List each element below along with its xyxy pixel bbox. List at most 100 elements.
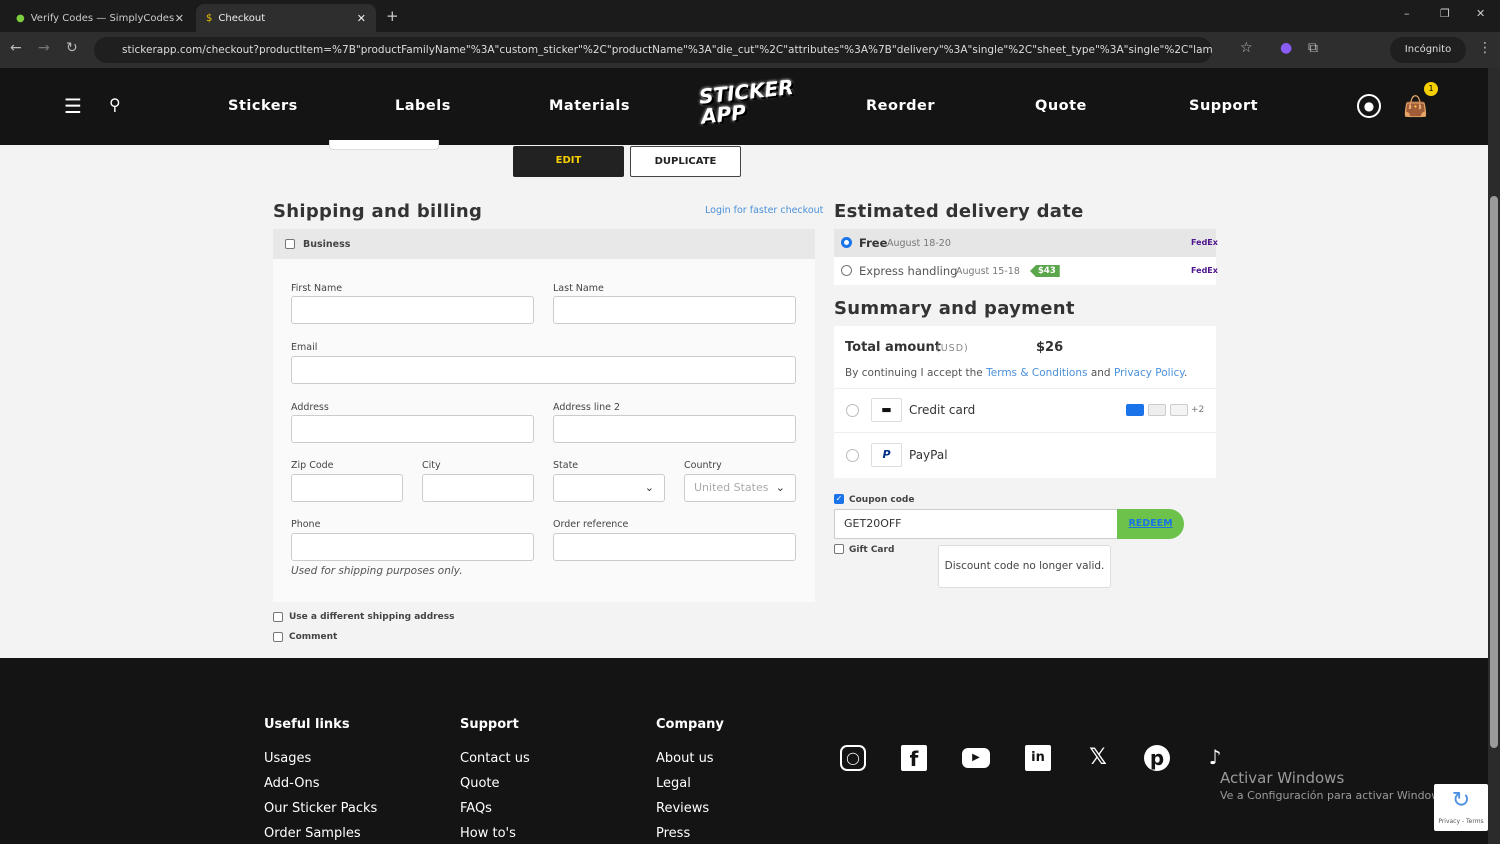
discover-icon (1170, 404, 1188, 416)
url-input[interactable]: stickerapp.com/checkout?productItem=%7B"… (94, 37, 1212, 63)
scrollbar-thumb[interactable] (1490, 196, 1498, 748)
tab-verify-codes[interactable]: ● Verify Codes — SimplyCodes ✕ (6, 4, 194, 32)
address2-field[interactable] (553, 415, 796, 443)
nav-labels[interactable]: Labels (395, 98, 451, 114)
first-name-field[interactable] (291, 296, 534, 324)
incognito-badge[interactable]: Incógnito (1390, 37, 1466, 63)
credit-card-label: Credit card (909, 403, 976, 417)
divider (834, 432, 1216, 433)
footer-link[interactable]: Order Samples (264, 826, 361, 841)
comment-checkbox[interactable] (273, 632, 283, 642)
coupon-checkbox[interactable]: ✓ (834, 494, 844, 504)
coupon-error-tooltip: Discount code no longer valid. (938, 545, 1111, 588)
footer-link[interactable]: How to's (460, 826, 516, 841)
footer-link[interactable]: Legal (656, 776, 691, 791)
recaptcha-links[interactable]: Privacy - Terms (1434, 818, 1488, 825)
country-select[interactable]: United States ⌄ (684, 474, 796, 502)
email-label: Email (291, 342, 318, 353)
order-ref-field[interactable] (553, 533, 796, 561)
edit-button[interactable]: EDIT (513, 146, 624, 177)
footer-link[interactable]: Contact us (460, 751, 530, 766)
paypal-icon: P (871, 443, 902, 467)
state-label: State (553, 460, 579, 471)
tiktok-icon[interactable]: ♪ (1202, 745, 1228, 771)
zip-field[interactable] (291, 474, 403, 502)
instagram-icon[interactable]: ◯ (840, 745, 866, 771)
maximize-button[interactable]: ❐ (1440, 7, 1450, 20)
email-field[interactable] (291, 356, 796, 384)
nav-reorder[interactable]: Reorder (866, 98, 935, 114)
footer-link[interactable]: About us (656, 751, 714, 766)
terms-prefix: By continuing I accept the (845, 367, 983, 379)
cart-icon[interactable]: 👜 (1403, 94, 1428, 118)
express-price-badge: $43 (1030, 265, 1060, 277)
recaptcha-badge[interactable]: ↻ Privacy - Terms (1434, 784, 1488, 831)
privacy-link[interactable]: Privacy Policy (1114, 367, 1184, 379)
delivery-title: Estimated delivery date (834, 201, 1084, 222)
linkedin-icon[interactable]: in (1025, 745, 1051, 771)
credit-card-radio[interactable] (846, 404, 859, 417)
last-name-field[interactable] (553, 296, 796, 324)
currency-label: (USD) (936, 343, 969, 354)
new-tab-button[interactable]: + (386, 7, 399, 25)
redeem-button[interactable]: REDEEM (1117, 509, 1184, 539)
address2-label: Address line 2 (553, 402, 621, 413)
menu-kebab-icon[interactable]: ⋮ (1478, 40, 1492, 56)
simplycodes-icon: ● (16, 12, 25, 24)
minimize-button[interactable]: – (1404, 7, 1410, 20)
close-window-button[interactable]: ✕ (1476, 7, 1485, 20)
footer-link[interactable]: FAQs (460, 801, 492, 816)
reload-icon[interactable]: ↻ (66, 40, 78, 56)
last-name-label: Last Name (553, 283, 604, 294)
extensions-puzzle-icon[interactable]: ⧉ (1308, 40, 1318, 56)
different-address-checkbox[interactable] (273, 612, 283, 622)
express-radio[interactable] (841, 265, 852, 276)
forward-icon[interactable]: → (38, 40, 50, 56)
nav-materials[interactable]: Materials (549, 98, 630, 114)
footer-link[interactable]: Quote (460, 776, 500, 791)
phone-hint: Used for shipping purposes only. (291, 565, 463, 577)
extension-icon[interactable]: ● (1280, 40, 1292, 56)
terms-link[interactable]: Terms & Conditions (986, 367, 1087, 379)
bookmark-star-icon[interactable]: ☆ (1240, 40, 1253, 56)
city-field[interactable] (422, 474, 534, 502)
gift-card-checkbox[interactable] (834, 544, 844, 554)
address-field[interactable] (291, 415, 534, 443)
recaptcha-icon: ↻ (1451, 788, 1471, 813)
search-icon[interactable]: ⚲ (109, 95, 121, 114)
account-icon[interactable]: ● (1357, 94, 1381, 118)
chevron-down-icon: ⌄ (644, 481, 654, 494)
close-tab-icon[interactable]: ✕ (175, 12, 184, 25)
login-link[interactable]: Login for faster checkout (705, 205, 823, 216)
phone-field[interactable] (291, 533, 534, 561)
paypal-radio[interactable] (846, 449, 859, 462)
tab-checkout[interactable]: $ Checkout ✕ (196, 4, 376, 32)
coupon-input[interactable]: GET20OFF (834, 509, 1118, 539)
hamburger-menu-icon[interactable]: ☰ (64, 94, 82, 118)
business-label: Business (303, 239, 351, 250)
total-amount: $26 (1036, 340, 1064, 355)
free-radio[interactable] (841, 237, 852, 248)
pinterest-icon[interactable]: p (1144, 745, 1170, 771)
footer-link[interactable]: Usages (264, 751, 311, 766)
footer-link[interactable]: Reviews (656, 801, 709, 816)
footer-link[interactable]: Press (656, 826, 690, 841)
nav-support[interactable]: Support (1189, 98, 1258, 114)
nav-quote[interactable]: Quote (1035, 98, 1087, 114)
back-icon[interactable]: ← (10, 40, 22, 56)
address-label: Address (291, 402, 329, 413)
duplicate-button[interactable]: DUPLICATE (630, 146, 741, 177)
youtube-icon[interactable]: ▶ (962, 748, 990, 768)
product-card-edge (329, 140, 439, 150)
footer-link[interactable]: Add-Ons (264, 776, 319, 791)
facebook-icon[interactable]: f (901, 745, 927, 771)
close-tab-icon[interactable]: ✕ (357, 12, 366, 25)
fedex-logo: FedEx (1191, 238, 1218, 247)
scrollbar[interactable] (1488, 68, 1500, 844)
business-checkbox[interactable] (285, 239, 295, 249)
nav-stickers[interactable]: Stickers (228, 98, 298, 114)
x-twitter-icon[interactable]: 𝕏 (1085, 745, 1111, 771)
footer-link[interactable]: Our Sticker Packs (264, 801, 377, 816)
stickerapp-logo[interactable]: STICKER APP (698, 75, 795, 129)
state-select[interactable]: ⌄ (553, 474, 665, 502)
